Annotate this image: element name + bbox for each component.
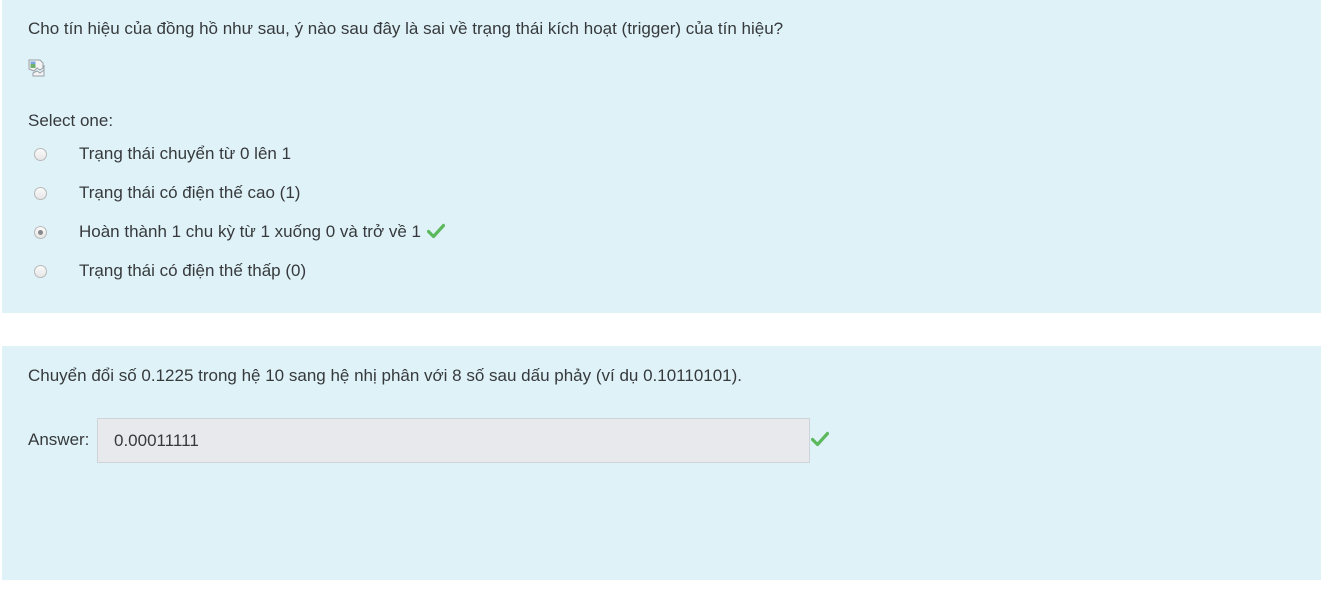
radio-option-4[interactable] <box>34 264 47 278</box>
option-3-label[interactable]: Hoàn thành 1 chu kỳ từ 1 xuống 0 và trở … <box>79 222 445 242</box>
option-2-label[interactable]: Trạng thái có điện thế cao (1) <box>79 183 300 203</box>
answer-label: Answer: <box>28 430 90 449</box>
radio-option-1[interactable] <box>34 147 47 161</box>
question-1-text: Cho tín hiệu của đồng hồ như sau, ý nào … <box>28 19 784 38</box>
question-1-panel: Cho tín hiệu của đồng hồ như sau, ý nào … <box>2 0 1321 313</box>
select-one-label: Select one: <box>28 111 114 130</box>
radio-option-3-selected[interactable] <box>34 225 47 239</box>
question-2-panel: Chuyển đổi số 0.1225 trong hệ 10 sang hệ… <box>2 346 1321 580</box>
option-1-label[interactable]: Trạng thái chuyển từ 0 lên 1 <box>79 144 291 164</box>
check-icon <box>811 431 829 447</box>
option-1[interactable]: Trạng thái chuyển từ 0 lên 1 <box>34 143 291 165</box>
option-2[interactable]: Trạng thái có điện thế cao (1) <box>34 182 300 204</box>
option-4[interactable]: Trạng thái có điện thế thấp (0) <box>34 260 306 282</box>
option-3-text: Hoàn thành 1 chu kỳ từ 1 xuống 0 và trở … <box>79 222 421 241</box>
option-4-label[interactable]: Trạng thái có điện thế thấp (0) <box>79 261 306 281</box>
answer-input[interactable] <box>97 418 810 463</box>
question-2-text: Chuyển đổi số 0.1225 trong hệ 10 sang hệ… <box>28 366 743 385</box>
broken-image-icon <box>28 59 45 77</box>
radio-option-2[interactable] <box>34 186 47 200</box>
check-icon <box>426 223 445 239</box>
option-3[interactable]: Hoàn thành 1 chu kỳ từ 1 xuống 0 và trở … <box>34 221 445 243</box>
